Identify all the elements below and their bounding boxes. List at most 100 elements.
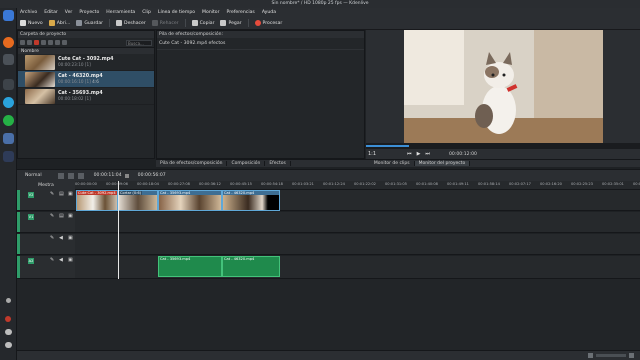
monitor-video-frame[interactable] xyxy=(404,30,603,143)
tab-project-monitor[interactable]: Monitor del proyecto xyxy=(414,161,471,166)
new-button[interactable]: Nuevo xyxy=(20,20,43,26)
ruler-tick-label: 00:02:25:23 xyxy=(571,182,593,186)
tag-icon[interactable] xyxy=(48,40,53,45)
menu-ver[interactable]: Ver xyxy=(65,10,73,15)
menu-editar[interactable]: Editar xyxy=(44,10,58,15)
menu-preferencias[interactable]: Preferencias xyxy=(227,10,255,15)
track-label: V2 xyxy=(28,192,34,198)
bin-column-header[interactable]: Nombre xyxy=(18,47,154,54)
menu-proyecto[interactable]: Proyecto xyxy=(79,10,99,15)
timeline-ruler[interactable]: 00:00:00:00 00:00:09:06 00:00:18:04 00:00:2… xyxy=(17,181,640,190)
app-icon[interactable] xyxy=(3,133,14,144)
timeline-playhead[interactable] xyxy=(118,181,119,279)
terminal-icon[interactable] xyxy=(3,79,14,90)
add-clip-icon[interactable] xyxy=(27,40,32,45)
spacer-tool-icon[interactable] xyxy=(77,172,84,179)
edit-icon[interactable]: ✎ xyxy=(50,192,55,197)
menu-herramienta[interactable]: Herramienta xyxy=(106,10,135,15)
menu-archivo[interactable]: Archivo xyxy=(20,10,37,15)
speaker-icon[interactable]: ◀ xyxy=(59,236,64,241)
ruler-tick-label: 00:01:49:11 xyxy=(447,182,469,186)
menu-ayuda[interactable]: Ayuda xyxy=(262,10,276,15)
menu-linea-de-tiempo[interactable]: Línea de tiempo xyxy=(158,10,195,15)
track-header-a2[interactable]: A2 ✎ ◀ ▣ xyxy=(17,256,75,279)
timeline-video-clip[interactable]: Cat - 46320.mp4 xyxy=(222,190,280,211)
files-icon[interactable] xyxy=(3,54,14,65)
timeline-track-v2[interactable]: Cute Cat - 3092.mp4 Cortar (0:6) Cat - 3… xyxy=(75,190,640,211)
timeline-timecode[interactable]: 00:00:11:04 xyxy=(94,173,122,178)
play-icon[interactable]: ▶ xyxy=(417,151,421,157)
ruler-tick-label: 00:01:03:21 xyxy=(292,182,314,186)
open-button[interactable]: Abri... xyxy=(48,20,70,26)
timeline-audio-clip[interactable]: Cat - 46320.mp4 xyxy=(222,256,280,277)
speaker-icon[interactable]: ◀ xyxy=(59,258,64,263)
menu-icon[interactable] xyxy=(20,40,25,45)
window-title: Sin nombre* / HD 1080p 25 fps — Kdenlive xyxy=(271,1,369,6)
location-icon[interactable] xyxy=(6,298,11,303)
menu-monitor[interactable]: Monitor xyxy=(202,10,219,15)
bin-search-input[interactable]: Busca... xyxy=(126,39,152,46)
timeline-track-v1[interactable] xyxy=(75,212,640,233)
film-icon[interactable]: ▤ xyxy=(59,192,64,197)
timeline-video-clip[interactable]: Cute Cat - 3092.mp4 xyxy=(76,190,118,211)
monitor-timecode[interactable]: 00:00:12:00 xyxy=(449,152,477,157)
track-header-v2[interactable]: V2 ✎ ▤ ▣ xyxy=(17,190,75,211)
skip-forward-icon[interactable]: ⏭ xyxy=(425,151,430,157)
tray-icon[interactable] xyxy=(5,342,12,348)
seek-progress xyxy=(366,145,409,147)
bin-clip-item[interactable]: Cute Cat - 3092.mp4 00:00:23:10 [1] xyxy=(18,54,154,71)
zoom-out-icon[interactable] xyxy=(588,353,593,358)
render-button[interactable]: Procesar xyxy=(254,20,282,26)
timeline-track-a1[interactable] xyxy=(75,234,640,255)
master-track-label[interactable]: Mestra xyxy=(17,181,75,190)
zoom-select[interactable]: 1:1 xyxy=(368,151,376,157)
save-button[interactable]: Guardar xyxy=(76,20,103,26)
track-header-a1[interactable]: ✎ ◀ ▣ xyxy=(17,234,75,255)
lock-icon[interactable]: ▣ xyxy=(68,192,73,197)
lock-icon[interactable]: ▣ xyxy=(68,214,73,219)
tray-icon[interactable] xyxy=(5,329,12,335)
redo-button[interactable]: Rehacer xyxy=(151,20,179,26)
remove-clip-icon[interactable] xyxy=(34,40,39,45)
film-icon[interactable]: ▤ xyxy=(59,214,64,219)
timeline-empty-area[interactable] xyxy=(17,279,640,350)
panel-tabs: Pila de efectos/composición Composición … xyxy=(156,159,640,167)
lock-icon[interactable]: ▣ xyxy=(68,258,73,263)
razor-tool-icon[interactable] xyxy=(67,172,74,179)
undo-button[interactable]: Deshacer xyxy=(116,20,146,26)
bin-clip-item[interactable]: Cat - 35693.mp4 00:00:18:02 [1] xyxy=(18,88,154,105)
timeline-video-clip[interactable]: Cortar (0:6) xyxy=(118,190,158,211)
firefox-icon[interactable] xyxy=(3,37,14,48)
tray-icon[interactable] xyxy=(5,316,11,322)
launcher-icon[interactable] xyxy=(3,10,14,21)
view-icon[interactable] xyxy=(55,40,60,45)
tab-effect-stack[interactable]: Pila de efectos/composición xyxy=(156,161,228,166)
edit-icon[interactable]: ✎ xyxy=(50,236,55,241)
lock-icon[interactable]: ▣ xyxy=(68,236,73,241)
bin-clip-item[interactable]: Cat - 46320.mp4 00:00:16:10 [1] 4:6 xyxy=(18,71,154,88)
timeline-audio-clip[interactable]: Cat - 35693.mp4 xyxy=(158,256,222,277)
skip-back-icon[interactable]: ⏮ xyxy=(407,151,412,157)
track-header-v1[interactable]: V1 ✎ ▤ ▣ xyxy=(17,212,75,233)
timeline-track-a2[interactable]: Cat - 35693.mp4 Cat - 46320.mp4 xyxy=(75,256,640,279)
select-tool-icon[interactable] xyxy=(57,172,64,179)
zoom-in-icon[interactable] xyxy=(629,353,634,358)
edit-mode-select[interactable]: Normal xyxy=(25,173,42,178)
tab-clip-monitor[interactable]: Monitor de clips xyxy=(370,161,415,166)
folder-icon[interactable] xyxy=(41,40,46,45)
tab-composition[interactable]: Composición xyxy=(227,161,266,166)
copy-button[interactable]: Copiar xyxy=(191,20,214,26)
kdenlive-icon[interactable] xyxy=(3,151,14,162)
ruler-tick-label: 00:02:16:20 xyxy=(540,182,562,186)
telegram-icon[interactable] xyxy=(3,97,14,108)
edit-icon[interactable]: ✎ xyxy=(50,214,55,219)
filter-icon[interactable] xyxy=(62,40,67,45)
menu-clip[interactable]: Clip xyxy=(142,10,151,15)
track-label: V1 xyxy=(28,214,34,220)
edit-icon[interactable]: ✎ xyxy=(50,258,55,263)
tab-effects[interactable]: Efectos xyxy=(265,161,291,166)
whatsapp-icon[interactable] xyxy=(3,115,14,126)
zoom-slider[interactable] xyxy=(596,354,626,357)
timeline-video-clip[interactable]: Cat - 35693.mp4 xyxy=(158,190,222,211)
paste-button[interactable]: Pegar xyxy=(220,20,242,26)
